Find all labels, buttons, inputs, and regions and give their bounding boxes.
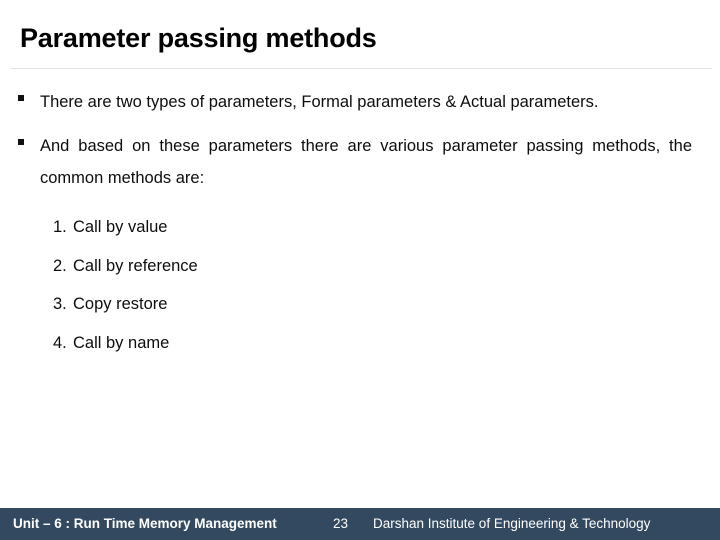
footer-unit-label: Unit – 6 : Run Time Memory Management — [13, 516, 277, 531]
square-bullet-icon — [18, 95, 24, 101]
square-bullet-icon — [18, 139, 24, 145]
slide-footer: Unit – 6 : Run Time Memory Management 23… — [0, 508, 720, 540]
list-item-label: Call by reference — [73, 256, 198, 275]
slide-body: There are two types of parameters, Forma… — [0, 86, 720, 362]
footer-organization-label: Darshan Institute of Engineering & Techn… — [373, 516, 651, 531]
list-item-number: 2. — [53, 256, 67, 275]
list-item-label: Call by value — [73, 218, 168, 236]
list-item-number: 1. — [53, 218, 67, 236]
page-title: Parameter passing methods — [20, 23, 377, 53]
list-item-label: Call by name — [73, 333, 170, 352]
bullet-item-2: And based on these parameters there are … — [0, 130, 720, 194]
list-item-number: 3. — [53, 295, 67, 313]
bullet-item-1: There are two types of parameters, Forma… — [0, 86, 720, 118]
list-item-label: Copy restore — [73, 295, 168, 313]
list-item: 2. Call by reference — [0, 247, 720, 286]
list-item: 1. Call by value — [0, 208, 720, 247]
list-item-number: 4. — [53, 333, 67, 352]
footer-page-number: 23 — [333, 516, 349, 531]
list-item: 4. Call by name — [0, 324, 720, 363]
slide-canvas: Parameter passing methods There are two … — [0, 0, 720, 540]
bullet-item-1-text: There are two types of parameters, Forma… — [40, 93, 599, 111]
bullet-item-2-text: And based on these parameters there are … — [40, 137, 692, 187]
title-divider — [10, 68, 712, 69]
numbered-list: 1. Call by value 2. Call by reference 3.… — [0, 208, 720, 362]
title-block: Parameter passing methods — [0, 18, 720, 64]
list-item: 3. Copy restore — [0, 285, 720, 324]
